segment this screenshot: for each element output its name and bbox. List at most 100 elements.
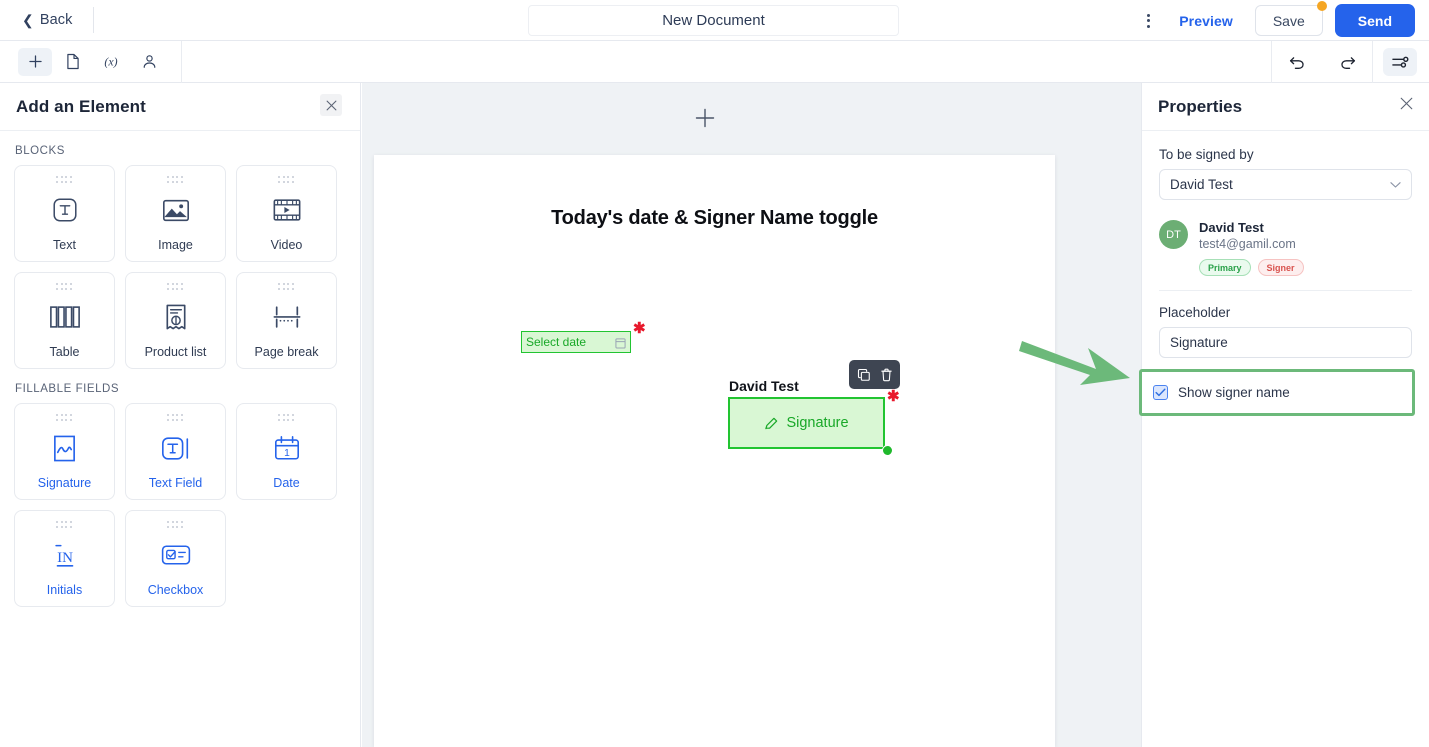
chevron-left-icon: ❮ (22, 12, 34, 28)
back-label: Back (39, 12, 73, 28)
drag-dots-icon (167, 176, 184, 183)
image-icon (161, 190, 191, 230)
tool-add-element[interactable] (18, 47, 52, 76)
undo-button[interactable] (1278, 48, 1316, 76)
signer-name: David Test (1199, 220, 1264, 235)
element-card-video[interactable]: Video (236, 165, 337, 262)
close-icon[interactable] (320, 94, 342, 116)
preview-button[interactable]: Preview (1169, 7, 1243, 35)
header-actions: Preview Save Send (1135, 0, 1415, 41)
element-card-label: Text Field (148, 476, 203, 490)
element-card-initials[interactable]: IN Initials (14, 510, 115, 607)
properties-panel-toggle[interactable] (1383, 48, 1417, 76)
fillable-fields-grid: Signature Text Field 1 Date IN Initials … (0, 403, 360, 607)
signature-field-signer-label: David Test (729, 378, 799, 394)
tool-variables[interactable]: (x) (94, 48, 128, 76)
redo-button[interactable] (1328, 48, 1366, 76)
close-glyph (1400, 97, 1413, 110)
more-vertical-icon[interactable] (1135, 8, 1161, 34)
receipt-icon (163, 297, 189, 337)
document-title-input[interactable] (529, 12, 898, 29)
drag-dots-icon (278, 176, 295, 183)
save-button-wrap: Save (1254, 1, 1327, 36)
properties-divider (1159, 290, 1412, 291)
page-break-icon (272, 297, 302, 337)
section-label-fillable-fields: FILLABLE FIELDS (15, 383, 120, 395)
copy-icon (857, 368, 870, 381)
variable-icon: (x) (104, 55, 117, 69)
close-icon[interactable] (1400, 97, 1413, 113)
toolbar-tools: (x) (18, 47, 166, 76)
signed-by-value: David Test (1170, 177, 1233, 192)
duplicate-field-button[interactable] (857, 368, 871, 382)
signature-field-placeholder: Signature (786, 415, 849, 431)
toolbar-divider-right (1372, 41, 1373, 83)
show-signer-name-row[interactable]: Show signer name (1139, 369, 1415, 416)
add-page-button[interactable] (694, 107, 716, 129)
header-divider (93, 7, 95, 33)
placeholder-input-wrap[interactable]: Signature (1159, 327, 1412, 358)
element-card-text[interactable]: Text (14, 165, 115, 262)
delete-field-button[interactable] (880, 368, 893, 382)
show-signer-name-label: Show signer name (1178, 385, 1290, 400)
avatar: DT (1159, 220, 1188, 249)
date-field-on-page[interactable]: Select date (521, 331, 631, 353)
element-card-product-list[interactable]: Product list (125, 272, 226, 369)
svg-text:(x): (x) (104, 55, 117, 69)
element-card-checkbox[interactable]: Checkbox (125, 510, 226, 607)
properties-title: Properties (1158, 96, 1243, 116)
signature-field-on-page[interactable]: Signature (728, 397, 885, 449)
status-badge-signer: Signer (1257, 259, 1304, 276)
drag-dots-icon (167, 414, 184, 421)
drag-dots-icon (56, 414, 73, 421)
add-element-title: Add an Element (16, 96, 146, 116)
plus-icon (28, 55, 42, 68)
person-icon (143, 55, 155, 68)
calendar-icon: 1 (273, 428, 301, 468)
editor-toolbar: (x) (0, 40, 1429, 83)
element-card-date[interactable]: 1 Date (236, 403, 337, 500)
element-card-table[interactable]: Table (14, 272, 115, 369)
signer-badges: Primary Signer (1199, 259, 1304, 276)
redo-icon (1340, 57, 1355, 69)
document-title-container (528, 5, 899, 36)
element-card-page-break[interactable]: Page break (236, 272, 337, 369)
checkbox-field-icon (160, 535, 192, 575)
document-icon (67, 53, 79, 70)
tool-recipients[interactable] (132, 48, 166, 76)
back-button[interactable]: ❮ Back (22, 12, 72, 28)
video-icon (272, 190, 302, 230)
add-element-header: Add an Element (0, 83, 360, 131)
signed-by-label: To be signed by (1159, 147, 1254, 162)
toolbar-right-actions (1271, 41, 1429, 83)
svg-text:1: 1 (284, 447, 290, 458)
element-card-label: Table (49, 345, 80, 359)
undo-icon (1289, 57, 1304, 69)
add-element-panel: Add an Element BLOCKS Text Image Video T… (0, 83, 361, 747)
element-card-label: Video (270, 238, 303, 252)
save-button[interactable]: Save (1254, 5, 1323, 36)
text-field-icon (160, 428, 192, 468)
properties-header: Properties (1142, 83, 1429, 131)
signed-by-select[interactable]: David Test (1159, 169, 1412, 200)
date-field-placeholder: Select date (526, 335, 587, 349)
element-card-text-field[interactable]: Text Field (125, 403, 226, 500)
element-card-image[interactable]: Image (125, 165, 226, 262)
blocks-grid: Text Image Video Table Product list Page… (0, 165, 360, 369)
send-button[interactable]: Send (1334, 4, 1415, 37)
signature-field-toolbar (849, 360, 900, 389)
placeholder-value: Signature (1170, 335, 1228, 350)
element-card-label: Initials (46, 583, 83, 597)
drag-dots-icon (56, 176, 73, 183)
drag-dots-icon (167, 521, 184, 528)
show-signer-name-checkbox[interactable] (1153, 385, 1168, 400)
signature-field-resize-handle[interactable] (882, 445, 893, 456)
pen-icon (765, 417, 778, 429)
date-field-required-marker: ✱ (633, 320, 646, 337)
element-card-signature[interactable]: Signature (14, 403, 115, 500)
table-icon (49, 297, 81, 337)
signer-details: David Test test4@gamil.com Primary Signe… (1199, 220, 1304, 276)
document-canvas: Today's date & Signer Name toggle Select… (362, 83, 1141, 747)
section-label-blocks: BLOCKS (15, 145, 65, 157)
tool-pages[interactable] (56, 48, 90, 76)
